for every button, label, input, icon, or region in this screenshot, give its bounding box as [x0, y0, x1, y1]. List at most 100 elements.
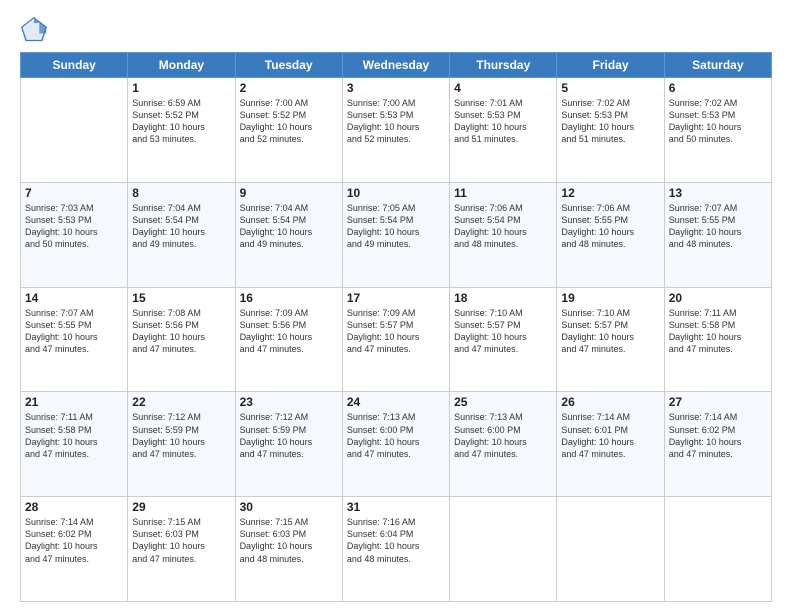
day-info: Sunrise: 7:14 AM Sunset: 6:02 PM Dayligh… [669, 411, 767, 460]
day-info: Sunrise: 7:11 AM Sunset: 5:58 PM Dayligh… [25, 411, 123, 460]
day-info: Sunrise: 7:13 AM Sunset: 6:00 PM Dayligh… [454, 411, 552, 460]
weekday-header-sunday: Sunday [21, 53, 128, 78]
day-number: 15 [132, 291, 230, 305]
calendar-cell: 27Sunrise: 7:14 AM Sunset: 6:02 PM Dayli… [664, 392, 771, 497]
day-info: Sunrise: 7:14 AM Sunset: 6:02 PM Dayligh… [25, 516, 123, 565]
day-number: 21 [25, 395, 123, 409]
calendar-week-5: 28 Sunrise: 7:14 AM Sunset: 6:02 PM Dayli… [21, 497, 772, 602]
calendar-cell [664, 497, 771, 602]
day-number: 31 [347, 500, 445, 514]
day-number: 1 [132, 81, 230, 95]
day-info: Sunrise: 7:14 AM Sunset: 6:01 PM Dayligh… [561, 411, 659, 460]
calendar-cell: 1 Sunrise: 6:59 AM Sunset: 5:52 PM Daylig… [128, 78, 235, 183]
day-number: 5 [561, 81, 659, 95]
calendar-cell: 16 Sunrise: 7:09 AM Sunset: 5:56 PM Dayli… [235, 287, 342, 392]
day-number: 3 [347, 81, 445, 95]
calendar-cell [557, 497, 664, 602]
calendar-cell: 8 Sunrise: 7:04 AM Sunset: 5:54 PM Daylig… [128, 182, 235, 287]
day-info: Sunrise: 7:04 AM Sunset: 5:54 PM Dayligh… [132, 202, 230, 251]
day-info: Sunrise: 7:00 AM Sunset: 5:53 PM Dayligh… [347, 97, 445, 146]
calendar-cell: 20 Sunrise: 7:11 AM Sunset: 5:58 PM Dayli… [664, 287, 771, 392]
day-number: 6 [669, 81, 767, 95]
calendar-header-row: SundayMondayTuesdayWednesdayThursdayFrid… [21, 53, 772, 78]
calendar-cell: 11 Sunrise: 7:06 AM Sunset: 5:54 PM Dayli… [450, 182, 557, 287]
calendar-cell: 9 Sunrise: 7:04 AM Sunset: 5:54 PM Daylig… [235, 182, 342, 287]
logo [20, 16, 52, 44]
day-number: 2 [240, 81, 338, 95]
day-number: 4 [454, 81, 552, 95]
calendar-cell: 23Sunrise: 7:12 AM Sunset: 5:59 PM Dayli… [235, 392, 342, 497]
day-number: 25 [454, 395, 552, 409]
day-number: 24 [347, 395, 445, 409]
day-info: Sunrise: 7:05 AM Sunset: 5:54 PM Dayligh… [347, 202, 445, 251]
calendar-cell: 19 Sunrise: 7:10 AM Sunset: 5:57 PM Dayli… [557, 287, 664, 392]
calendar-week-2: 7 Sunrise: 7:03 AM Sunset: 5:53 PM Daylig… [21, 182, 772, 287]
calendar-table: SundayMondayTuesdayWednesdayThursdayFrid… [20, 52, 772, 602]
day-info: Sunrise: 7:04 AM Sunset: 5:54 PM Dayligh… [240, 202, 338, 251]
day-number: 18 [454, 291, 552, 305]
calendar-cell: 7 Sunrise: 7:03 AM Sunset: 5:53 PM Daylig… [21, 182, 128, 287]
day-info: Sunrise: 7:07 AM Sunset: 5:55 PM Dayligh… [25, 307, 123, 356]
day-number: 20 [669, 291, 767, 305]
day-info: Sunrise: 7:13 AM Sunset: 6:00 PM Dayligh… [347, 411, 445, 460]
calendar-week-4: 21 Sunrise: 7:11 AM Sunset: 5:58 PM Dayli… [21, 392, 772, 497]
day-number: 11 [454, 186, 552, 200]
calendar-cell: 15 Sunrise: 7:08 AM Sunset: 5:56 PM Dayli… [128, 287, 235, 392]
day-number: 10 [347, 186, 445, 200]
weekday-header-friday: Friday [557, 53, 664, 78]
day-info: Sunrise: 7:15 AM Sunset: 6:03 PM Dayligh… [132, 516, 230, 565]
day-info: Sunrise: 7:15 AM Sunset: 6:03 PM Dayligh… [240, 516, 338, 565]
weekday-header-tuesday: Tuesday [235, 53, 342, 78]
calendar-cell: 12 Sunrise: 7:06 AM Sunset: 5:55 PM Dayli… [557, 182, 664, 287]
calendar-cell: 4 Sunrise: 7:01 AM Sunset: 5:53 PM Daylig… [450, 78, 557, 183]
day-number: 30 [240, 500, 338, 514]
calendar-cell: 30 Sunrise: 7:15 AM Sunset: 6:03 PM Dayli… [235, 497, 342, 602]
day-number: 13 [669, 186, 767, 200]
calendar-cell [21, 78, 128, 183]
day-info: Sunrise: 7:06 AM Sunset: 5:55 PM Dayligh… [561, 202, 659, 251]
weekday-header-saturday: Saturday [664, 53, 771, 78]
calendar-cell: 17 Sunrise: 7:09 AM Sunset: 5:57 PM Dayli… [342, 287, 449, 392]
day-number: 28 [25, 500, 123, 514]
calendar-cell: 21 Sunrise: 7:11 AM Sunset: 5:58 PM Dayli… [21, 392, 128, 497]
calendar-cell: 22Sunrise: 7:12 AM Sunset: 5:59 PM Dayli… [128, 392, 235, 497]
day-number: 8 [132, 186, 230, 200]
day-info: Sunrise: 7:08 AM Sunset: 5:56 PM Dayligh… [132, 307, 230, 356]
day-info: Sunrise: 7:03 AM Sunset: 5:53 PM Dayligh… [25, 202, 123, 251]
day-number: 9 [240, 186, 338, 200]
calendar-cell [450, 497, 557, 602]
day-info: Sunrise: 7:07 AM Sunset: 5:55 PM Dayligh… [669, 202, 767, 251]
day-info: Sunrise: 7:10 AM Sunset: 5:57 PM Dayligh… [454, 307, 552, 356]
day-info: Sunrise: 7:02 AM Sunset: 5:53 PM Dayligh… [561, 97, 659, 146]
page: SundayMondayTuesdayWednesdayThursdayFrid… [0, 0, 792, 612]
calendar-cell: 24 Sunrise: 7:13 AM Sunset: 6:00 PM Dayli… [342, 392, 449, 497]
day-info: Sunrise: 7:09 AM Sunset: 5:56 PM Dayligh… [240, 307, 338, 356]
day-number: 16 [240, 291, 338, 305]
day-number: 12 [561, 186, 659, 200]
day-number: 17 [347, 291, 445, 305]
day-number: 29 [132, 500, 230, 514]
day-number: 26 [561, 395, 659, 409]
day-info: Sunrise: 7:01 AM Sunset: 5:53 PM Dayligh… [454, 97, 552, 146]
weekday-header-thursday: Thursday [450, 53, 557, 78]
day-info: Sunrise: 6:59 AM Sunset: 5:52 PM Dayligh… [132, 97, 230, 146]
calendar-cell: 14Sunrise: 7:07 AM Sunset: 5:55 PM Dayli… [21, 287, 128, 392]
header [20, 16, 772, 44]
day-info: Sunrise: 7:06 AM Sunset: 5:54 PM Dayligh… [454, 202, 552, 251]
calendar-cell: 10 Sunrise: 7:05 AM Sunset: 5:54 PM Dayli… [342, 182, 449, 287]
logo-icon [20, 16, 48, 44]
day-number: 7 [25, 186, 123, 200]
calendar-week-3: 14Sunrise: 7:07 AM Sunset: 5:55 PM Dayli… [21, 287, 772, 392]
day-info: Sunrise: 7:11 AM Sunset: 5:58 PM Dayligh… [669, 307, 767, 356]
calendar-cell: 26 Sunrise: 7:14 AM Sunset: 6:01 PM Dayli… [557, 392, 664, 497]
day-number: 22 [132, 395, 230, 409]
calendar-cell: 28 Sunrise: 7:14 AM Sunset: 6:02 PM Dayli… [21, 497, 128, 602]
day-info: Sunrise: 7:09 AM Sunset: 5:57 PM Dayligh… [347, 307, 445, 356]
day-info: Sunrise: 7:10 AM Sunset: 5:57 PM Dayligh… [561, 307, 659, 356]
weekday-header-wednesday: Wednesday [342, 53, 449, 78]
weekday-header-monday: Monday [128, 53, 235, 78]
calendar-cell: 3 Sunrise: 7:00 AM Sunset: 5:53 PM Daylig… [342, 78, 449, 183]
day-number: 19 [561, 291, 659, 305]
calendar-cell: 31Sunrise: 7:16 AM Sunset: 6:04 PM Dayli… [342, 497, 449, 602]
day-number: 23 [240, 395, 338, 409]
